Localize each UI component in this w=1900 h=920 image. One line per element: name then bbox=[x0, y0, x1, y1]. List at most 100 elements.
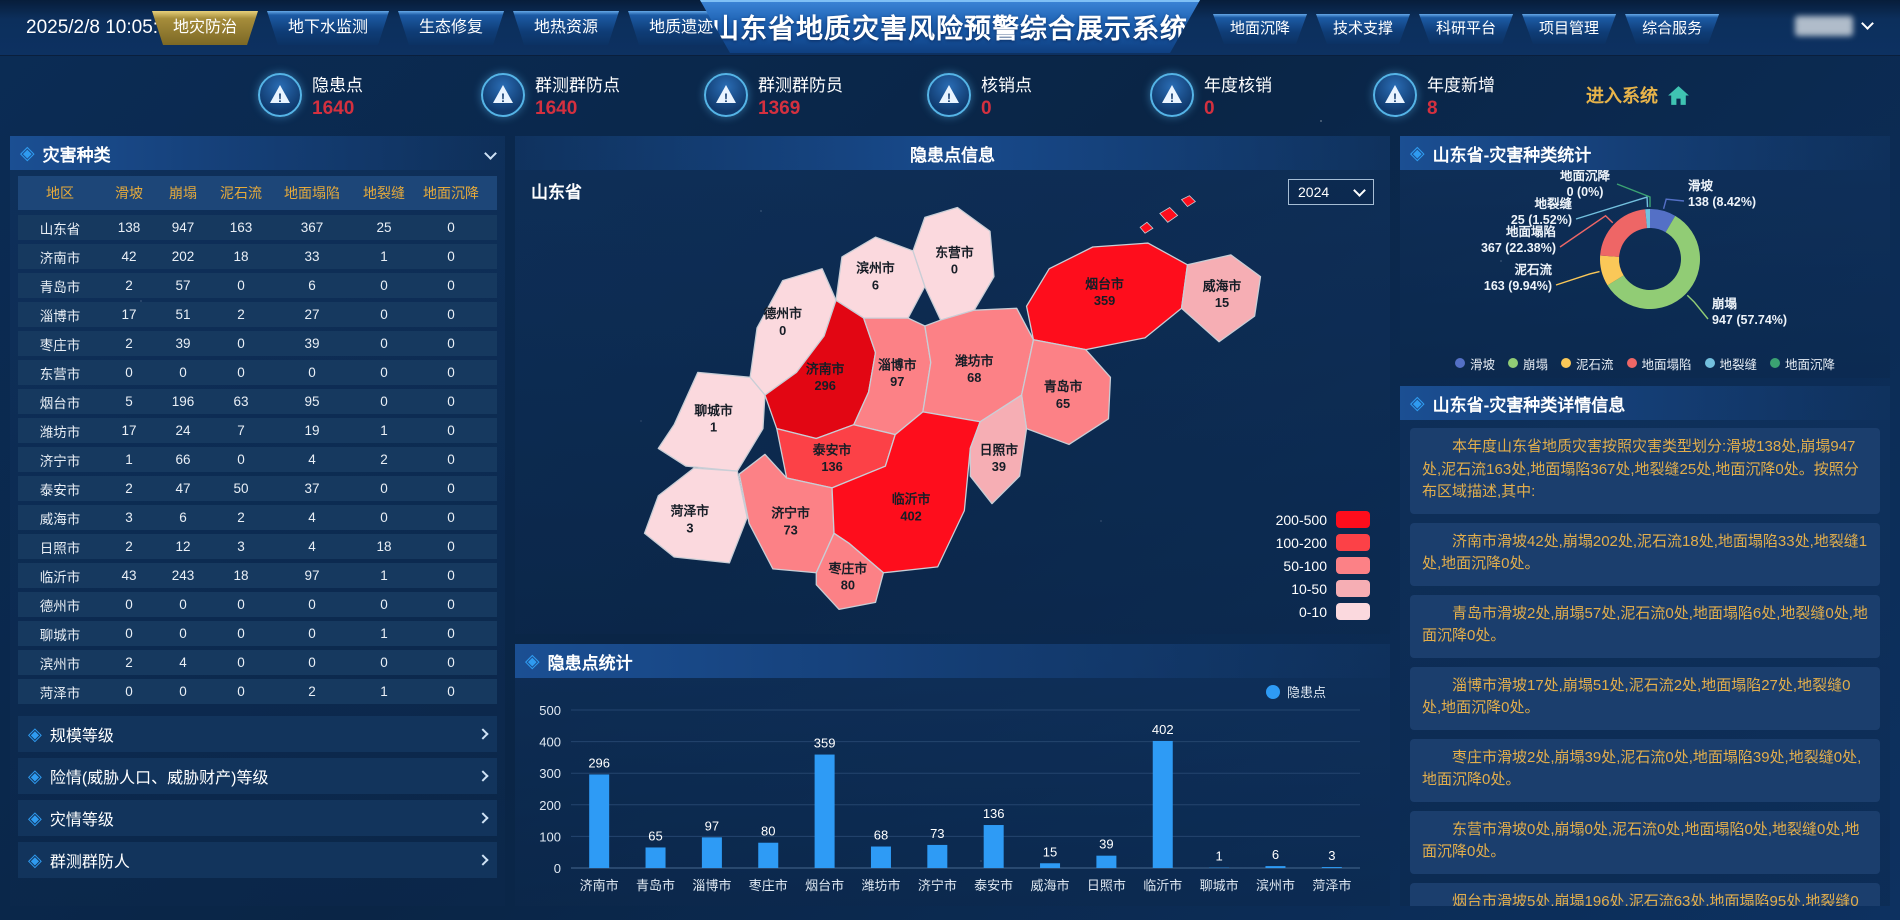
stat-label: 年度新增 bbox=[1427, 71, 1495, 96]
legend-swatch bbox=[1336, 603, 1370, 620]
table-cell: 0 bbox=[416, 307, 486, 322]
map-region-name: 日照市 bbox=[980, 442, 1019, 457]
table-cell: 0 bbox=[416, 481, 486, 496]
table-row[interactable]: 山东省138947163367250 bbox=[18, 215, 497, 240]
legend-swatch bbox=[1336, 511, 1370, 528]
nav-tab-地灾防治[interactable]: 地灾防治 bbox=[152, 11, 258, 45]
table-cell: 0 bbox=[210, 597, 272, 612]
table-cell: 0 bbox=[210, 452, 272, 467]
table-cell: 山东省 bbox=[18, 218, 102, 238]
svg-text:947 (57.74%): 947 (57.74%) bbox=[1712, 313, 1787, 327]
disaster-stats-panel: ◈ 山东省-灾害种类统计 滑坡138 (8.42%)崩塌947 (57.74%)… bbox=[1400, 136, 1890, 378]
table-cell: 4 bbox=[272, 539, 352, 554]
shandong-map: 德州市0滨州市6东营市0烟台市359威海市15聊城市1济南市296淄博市97潍坊… bbox=[515, 170, 1390, 634]
detail-paragraph: 烟台市滑坡5处,崩塌196处,泥石流63处,地面塌陷95处,地裂缝0处,地面沉降… bbox=[1410, 883, 1880, 907]
svg-text:136: 136 bbox=[983, 806, 1005, 821]
table-cell: 47 bbox=[156, 481, 210, 496]
table-row[interactable]: 青岛市2570600 bbox=[18, 273, 497, 298]
table-row[interactable]: 枣庄市23903900 bbox=[18, 331, 497, 356]
accordion-item[interactable]: ◈群测群防人 bbox=[18, 842, 497, 878]
table-row[interactable]: 滨州市240000 bbox=[18, 650, 497, 675]
accordion-item[interactable]: ◈险情(威胁人口、威胁财产)等级 bbox=[18, 758, 497, 794]
table-cell: 潍坊市 bbox=[18, 421, 102, 441]
table-cell: 0 bbox=[352, 597, 416, 612]
table-row[interactable]: 东营市000000 bbox=[18, 360, 497, 385]
table-cell: 17 bbox=[102, 307, 156, 322]
table-row[interactable]: 济南市42202183310 bbox=[18, 244, 497, 269]
table-row[interactable]: 淄博市175122700 bbox=[18, 302, 497, 327]
svg-text:聊城市: 聊城市 bbox=[1200, 878, 1239, 893]
table-row[interactable]: 临沂市43243189710 bbox=[18, 563, 497, 588]
bar-威海市 bbox=[1040, 863, 1060, 868]
table-cell: 滨州市 bbox=[18, 653, 102, 673]
map-region-value: 3 bbox=[686, 520, 693, 535]
table-row[interactable]: 聊城市000010 bbox=[18, 621, 497, 646]
nav-tab-地面沉降[interactable]: 地面沉降 bbox=[1213, 14, 1307, 44]
svg-text:0: 0 bbox=[554, 861, 561, 876]
chevron-right-icon bbox=[477, 854, 488, 865]
table-cell: 0 bbox=[272, 626, 352, 641]
accordion-item[interactable]: ◈规模等级 bbox=[18, 716, 497, 752]
table-cell: 0 bbox=[210, 684, 272, 699]
map-region-name: 聊城市 bbox=[694, 403, 733, 418]
detail-paragraph: 青岛市滑坡2处,崩塌57处,泥石流0处,地面塌陷6处,地裂缝0处,地面沉降0处。 bbox=[1410, 595, 1880, 658]
table-cell: 0 bbox=[210, 278, 272, 293]
table-cell: 0 bbox=[416, 539, 486, 554]
svg-text:烟台市: 烟台市 bbox=[805, 878, 844, 893]
nav-tab-技术支撑[interactable]: 技术支撑 bbox=[1316, 14, 1410, 44]
map-region-value: 80 bbox=[841, 578, 855, 593]
table-cell: 1 bbox=[352, 684, 416, 699]
table-cell: 0 bbox=[210, 336, 272, 351]
stat-item: !年度核销0 bbox=[1150, 71, 1373, 120]
stat-value: 1640 bbox=[535, 98, 620, 120]
svg-text:65: 65 bbox=[648, 828, 662, 843]
table-cell: 淄博市 bbox=[18, 305, 102, 325]
table-cell: 2 bbox=[102, 539, 156, 554]
nav-tab-地下水监测[interactable]: 地下水监测 bbox=[267, 11, 389, 45]
map-region-name: 济宁市 bbox=[771, 506, 810, 521]
table-row[interactable]: 潍坊市172471910 bbox=[18, 418, 497, 443]
year-select[interactable]: 2024 bbox=[1288, 179, 1374, 205]
map-region-name: 滨州市 bbox=[856, 261, 895, 276]
table-cell: 0 bbox=[102, 597, 156, 612]
table-row[interactable]: 威海市362400 bbox=[18, 505, 497, 530]
stats-list: !隐患点1640!群测群防点1640!群测群防员1369!核销点0!年度核销0!… bbox=[258, 71, 1596, 120]
table-cell: 0 bbox=[416, 423, 486, 438]
svg-text:潍坊市: 潍坊市 bbox=[861, 878, 900, 893]
map-region-name: 淄博市 bbox=[878, 357, 917, 372]
svg-text:济宁市: 济宁市 bbox=[918, 878, 957, 893]
nav-tab-科研平台[interactable]: 科研平台 bbox=[1419, 14, 1513, 44]
table-cell: 0 bbox=[102, 626, 156, 641]
nav-tab-地热资源[interactable]: 地热资源 bbox=[513, 11, 619, 45]
legend-range-label: 50-100 bbox=[1283, 558, 1327, 574]
table-row[interactable]: 烟台市5196639500 bbox=[18, 389, 497, 414]
table-row[interactable]: 泰安市247503700 bbox=[18, 476, 497, 501]
enter-system-button[interactable]: 进入系统 bbox=[1586, 82, 1692, 108]
svg-text:39: 39 bbox=[1099, 837, 1113, 852]
map-region-value: 97 bbox=[890, 374, 904, 389]
enter-system-label: 进入系统 bbox=[1586, 82, 1658, 108]
stat-item: !年度新增8 bbox=[1373, 71, 1596, 120]
nav-tab-生态修复[interactable]: 生态修复 bbox=[398, 11, 504, 45]
bar-chart-body: 0100200300400500296济南市65青岛市97淄博市80枣庄市359… bbox=[515, 678, 1390, 906]
map-region-滨州市[interactable] bbox=[836, 237, 925, 318]
nav-tab-综合服务[interactable]: 综合服务 bbox=[1625, 14, 1719, 44]
accordion-item[interactable]: ◈灾情等级 bbox=[18, 800, 497, 836]
table-row[interactable]: 济宁市1660420 bbox=[18, 447, 497, 472]
user-menu[interactable] bbox=[1795, 16, 1872, 36]
table-cell: 威海市 bbox=[18, 508, 102, 528]
table-row[interactable]: 德州市000000 bbox=[18, 592, 497, 617]
alert-icon: ! bbox=[1373, 73, 1417, 117]
panel-title-text: 灾害种类 bbox=[43, 141, 111, 166]
table-row[interactable]: 菏泽市000210 bbox=[18, 679, 497, 704]
map-region-name: 烟台市 bbox=[1085, 276, 1124, 291]
svg-text:滑坡: 滑坡 bbox=[1688, 178, 1714, 193]
center-column: 隐患点信息 德州市0滨州市6东营市0烟台市359威海市15聊城市1济南市296淄… bbox=[515, 136, 1390, 906]
collapse-chevron-icon[interactable] bbox=[484, 147, 497, 160]
svg-text:菏泽市: 菏泽市 bbox=[1312, 878, 1351, 893]
table-cell: 50 bbox=[210, 481, 272, 496]
nav-tab-项目管理[interactable]: 项目管理 bbox=[1522, 14, 1616, 44]
map-region-name: 威海市 bbox=[1203, 278, 1242, 293]
table-row[interactable]: 日照市21234180 bbox=[18, 534, 497, 559]
svg-text:济南市: 济南市 bbox=[580, 878, 619, 893]
